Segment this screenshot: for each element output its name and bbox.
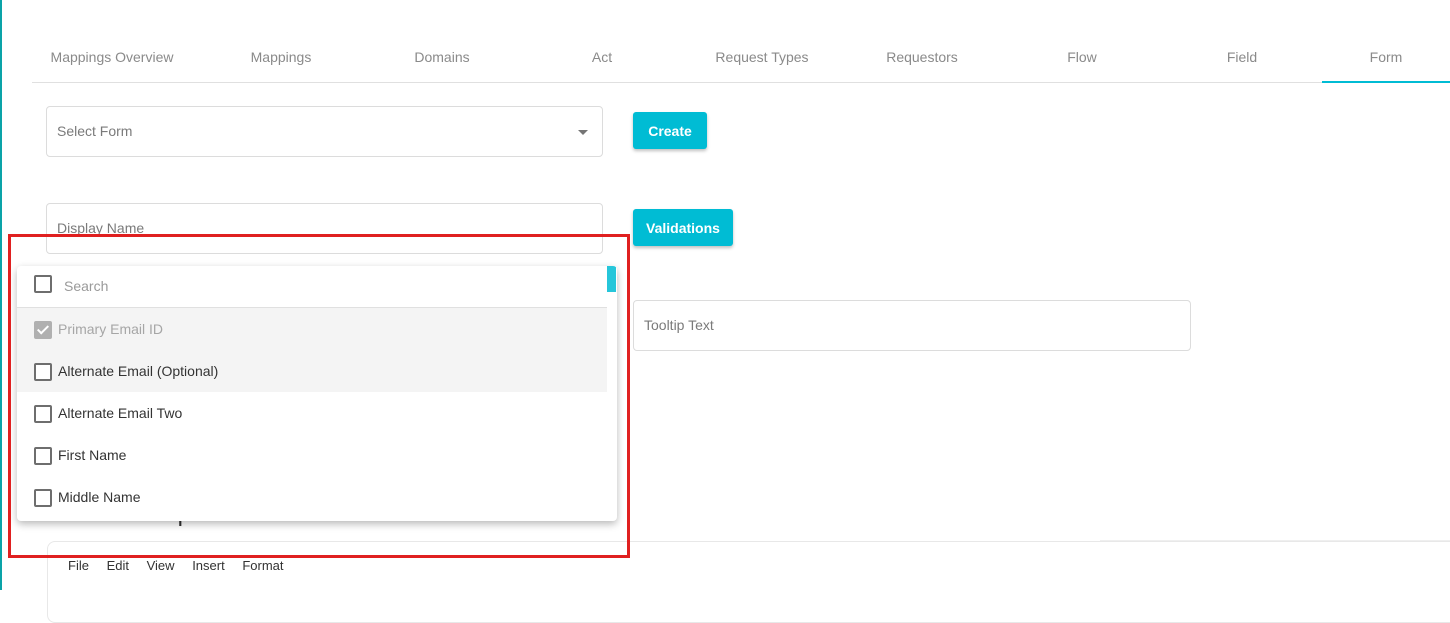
display-name-placeholder: Display Name (57, 220, 145, 236)
checkbox-checked-icon[interactable] (34, 321, 52, 339)
tooltip-text-input[interactable]: Tooltip Text (633, 300, 1191, 351)
tab-act[interactable]: Act (522, 32, 682, 82)
chevron-down-icon (578, 130, 588, 135)
checkbox-icon[interactable] (34, 489, 52, 507)
editor-menu-insert[interactable]: Insert (192, 558, 225, 573)
tab-flow[interactable]: Flow (1002, 32, 1162, 82)
tab-request-types[interactable]: Request Types (682, 32, 842, 82)
dropdown-search-row: Search (17, 266, 607, 308)
tab-bar: Mappings Overview Mappings Domains Act R… (32, 32, 1450, 83)
select-all-checkbox[interactable] (34, 275, 52, 293)
window-edge (0, 0, 2, 590)
option-middle-name[interactable]: Middle Name (17, 476, 607, 518)
tab-form[interactable]: Form (1322, 32, 1450, 83)
editor-menu-edit[interactable]: Edit (107, 558, 129, 573)
option-first-name[interactable]: First Name (17, 434, 607, 476)
option-label: Alternate Email Two (58, 405, 183, 421)
tooltip-text-placeholder: Tooltip Text (644, 317, 714, 333)
select-form-dropdown[interactable]: Select Form (46, 106, 603, 157)
create-button[interactable]: Create (633, 112, 707, 149)
option-primary-email-id[interactable]: Primary Email ID (17, 308, 607, 350)
editor-menu-view[interactable]: View (147, 558, 175, 573)
option-alternate-email-two[interactable]: Alternate Email Two (17, 392, 607, 434)
tab-mappings[interactable]: Mappings (201, 32, 361, 82)
option-alternate-email-optional[interactable]: Alternate Email (Optional) (17, 350, 607, 392)
rich-text-editor[interactable]: File Edit View Insert Format (47, 541, 1450, 623)
editor-menu-file[interactable]: File (68, 558, 89, 573)
option-label: First Name (58, 447, 127, 463)
editor-menu-format[interactable]: Format (242, 558, 283, 573)
option-label: Primary Email ID (58, 321, 164, 337)
tab-domains[interactable]: Domains (362, 32, 522, 82)
validations-button[interactable]: Validations (633, 209, 733, 246)
display-name-input[interactable]: Display Name (46, 203, 603, 254)
dropdown-scrollbar[interactable] (607, 266, 616, 292)
checkbox-icon[interactable] (34, 363, 52, 381)
select-form-placeholder: Select Form (57, 123, 133, 139)
option-label: Middle Name (58, 489, 141, 505)
dropdown-search-input[interactable]: Search (64, 278, 108, 294)
checkbox-icon[interactable] (34, 447, 52, 465)
field-multiselect-panel: Search Primary Email ID Alternate Email … (17, 266, 617, 521)
tab-requestors[interactable]: Requestors (842, 32, 1002, 82)
checkbox-icon[interactable] (34, 405, 52, 423)
tab-mappings-overview[interactable]: Mappings Overview (32, 32, 192, 82)
option-label: Alternate Email (Optional) (58, 363, 219, 379)
tab-field[interactable]: Field (1162, 32, 1322, 82)
editor-menubar: File Edit View Insert Format (68, 558, 298, 573)
